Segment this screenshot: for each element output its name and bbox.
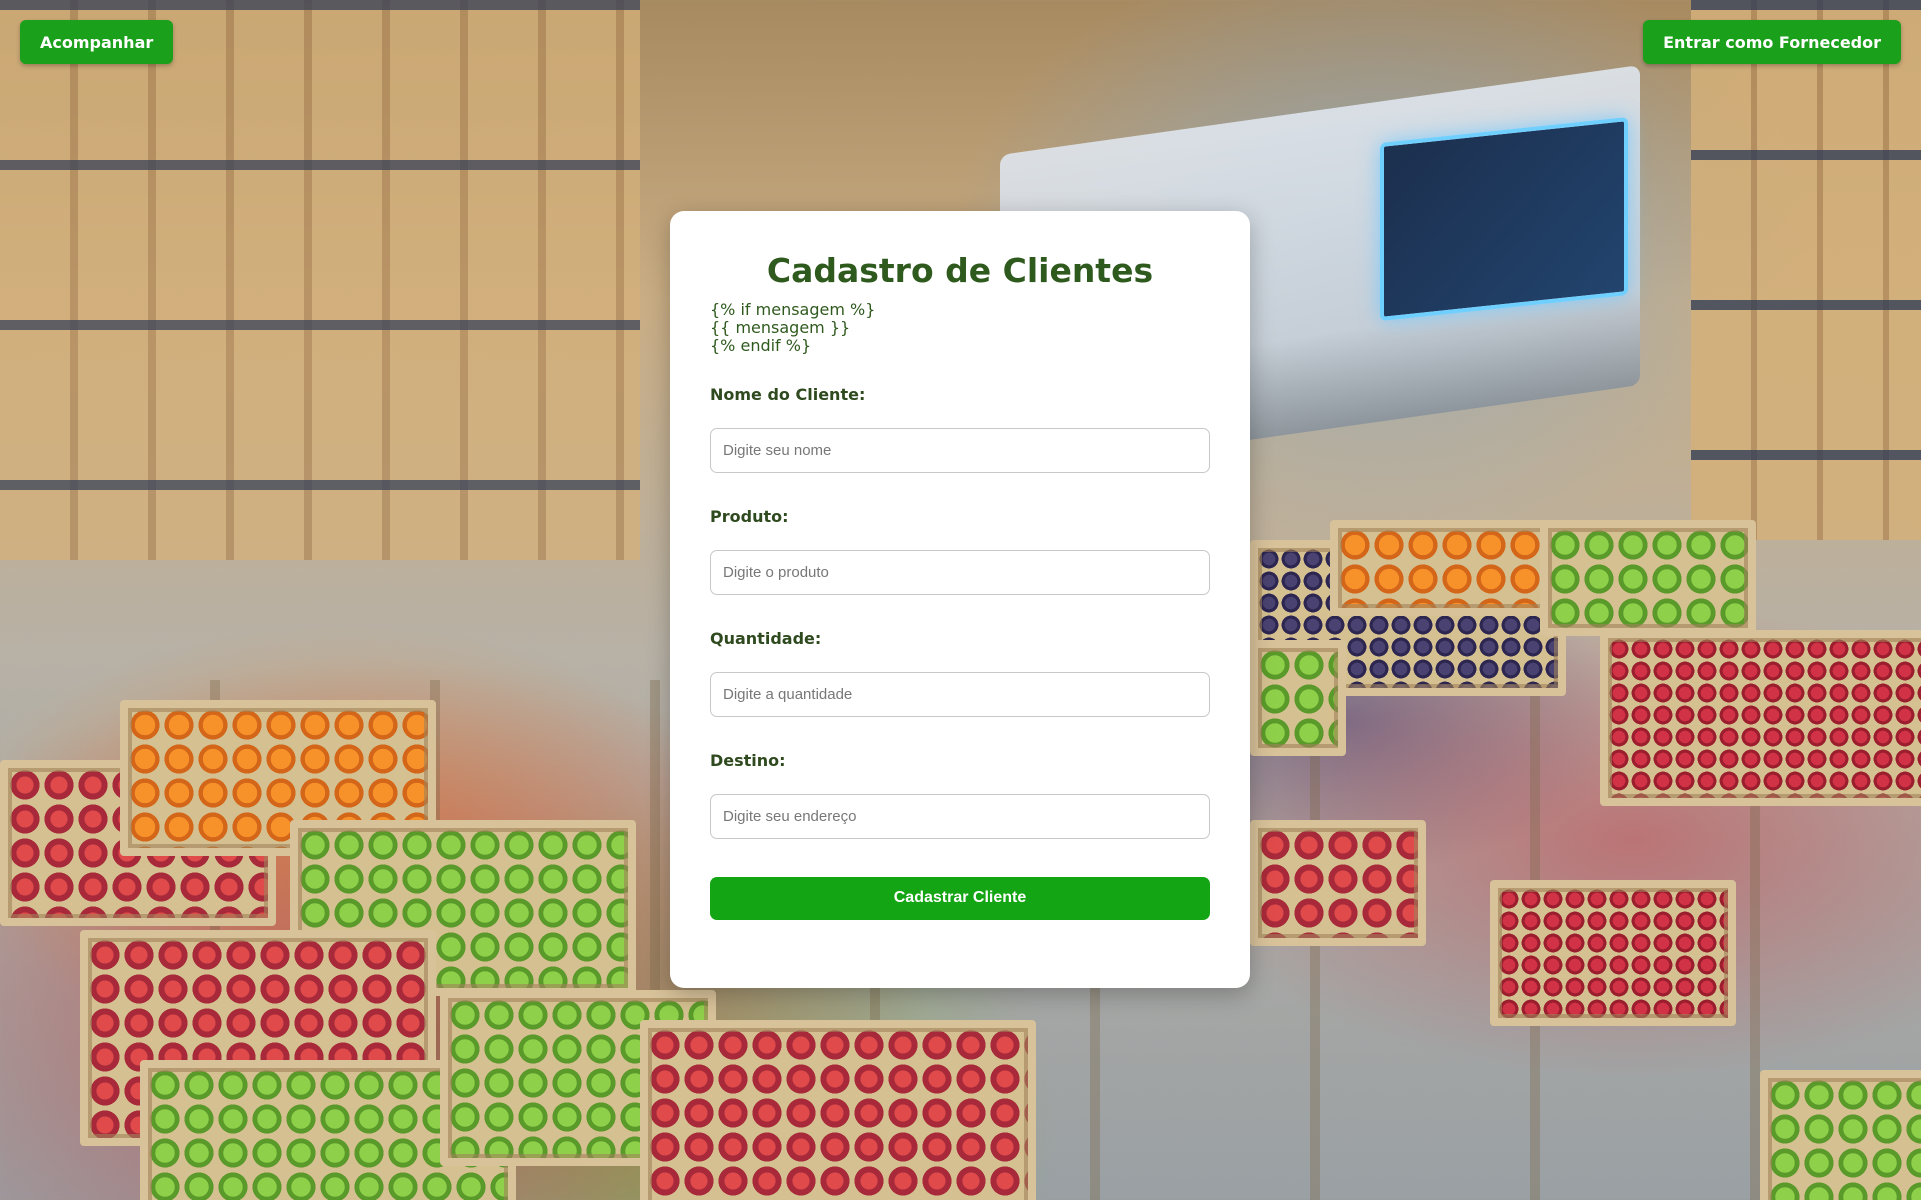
- background-warehouse-shelves-right: [1691, 0, 1921, 540]
- background-crate-greens-corner: [1760, 1070, 1921, 1200]
- background-warehouse-shelves: [0, 0, 640, 560]
- page-title: Cadastro de Clientes: [766, 251, 1154, 290]
- background-crate-raspberries: [1490, 880, 1736, 1026]
- template-line: {% endif %}: [710, 335, 812, 355]
- client-registration-card: Cadastro de Clientes {% if mensagem %} {…: [670, 211, 1250, 988]
- client-name-label: Nome do Cliente:: [710, 384, 866, 404]
- product-input[interactable]: [710, 549, 1210, 595]
- client-registration-form: Nome do Cliente: Produto: Quantidade: De…: [710, 385, 1210, 920]
- background-crate-red-fruit-front: [640, 1020, 1036, 1200]
- product-label: Produto:: [710, 506, 789, 526]
- template-line: {% if mensagem %}: [710, 299, 876, 319]
- supplier-login-button[interactable]: Entrar como Fornecedor: [1643, 20, 1901, 64]
- background-crate-greens: [1540, 520, 1756, 636]
- destination-input[interactable]: [710, 793, 1210, 839]
- register-client-button[interactable]: Cadastrar Cliente: [710, 876, 1210, 920]
- background-crate-mixed-right: [1250, 820, 1426, 946]
- background-crate-grapes: [1250, 640, 1346, 756]
- track-button[interactable]: Acompanhar: [20, 20, 174, 64]
- background-crate-berries: [1600, 630, 1921, 806]
- template-line: {{ mensagem }}: [710, 317, 851, 337]
- background-crate-oranges-right: [1330, 520, 1566, 616]
- background-dashboard-screen: [1380, 116, 1628, 322]
- message-template-block: {% if mensagem %} {{ mensagem }} {% endi…: [710, 299, 1210, 355]
- destination-label: Destino:: [710, 750, 786, 770]
- client-name-input[interactable]: [710, 427, 1210, 473]
- quantity-label: Quantidade:: [710, 628, 822, 648]
- quantity-input[interactable]: [710, 671, 1210, 717]
